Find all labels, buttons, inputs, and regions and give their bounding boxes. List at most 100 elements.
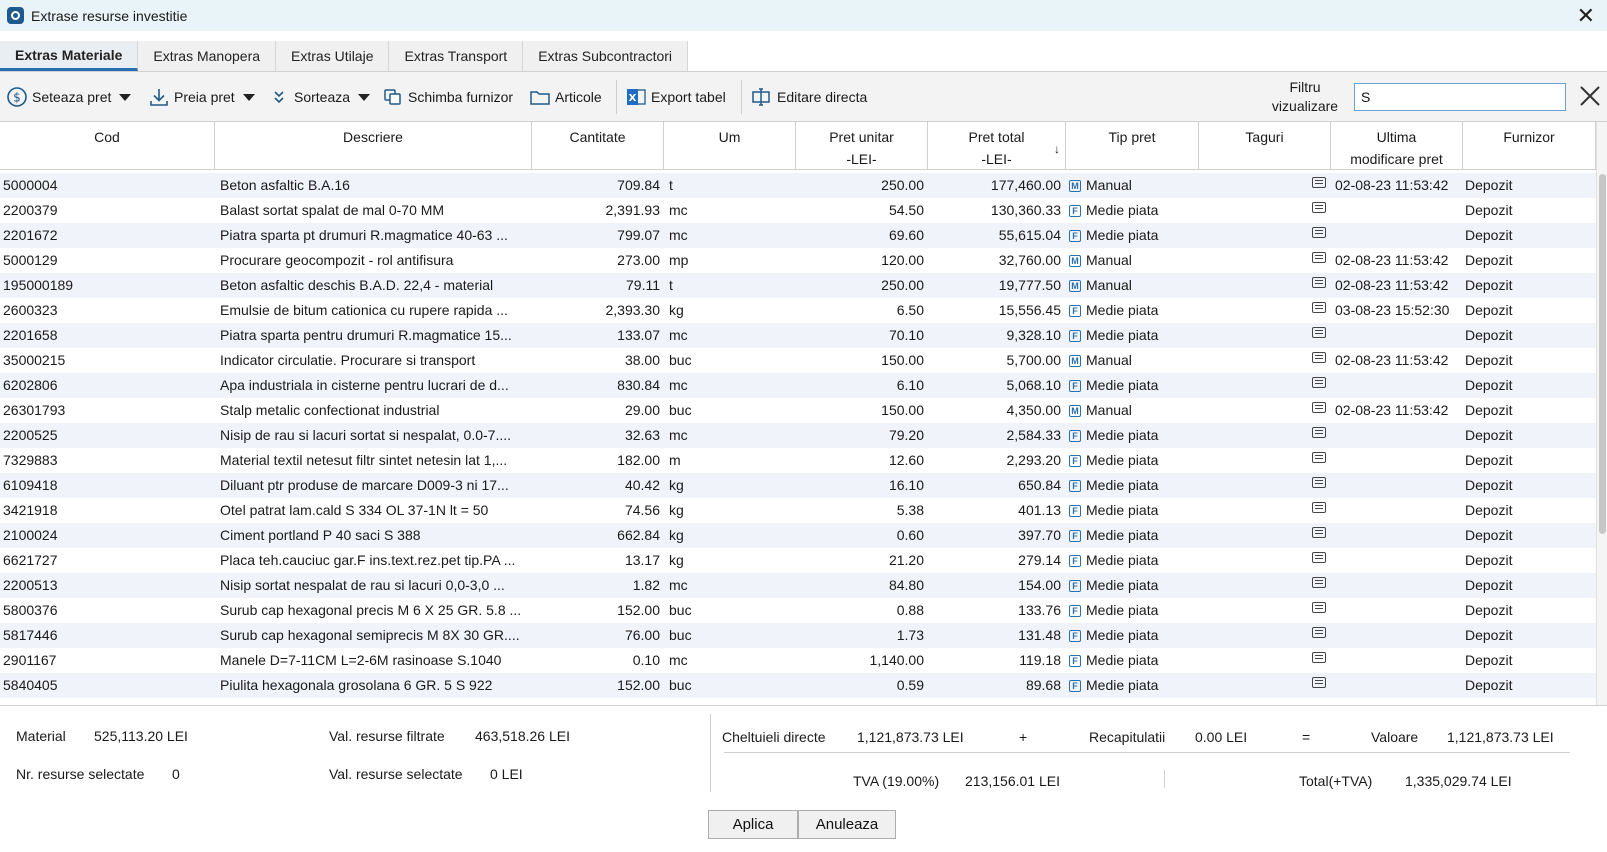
table-row[interactable]: 6621727 Placa teh.cauciuc gar.F ins.text.… bbox=[0, 548, 1596, 573]
comment-icon[interactable] bbox=[1312, 277, 1326, 288]
cell-taguri[interactable] bbox=[1312, 173, 1332, 198]
tab-extras-materiale[interactable]: Extras Materiale bbox=[0, 41, 139, 71]
cell-taguri[interactable] bbox=[1312, 598, 1332, 623]
tab-extras-manopera[interactable]: Extras Manopera bbox=[138, 41, 277, 71]
cell-taguri[interactable] bbox=[1312, 523, 1332, 548]
cell-taguri[interactable] bbox=[1312, 673, 1332, 698]
table-row[interactable]: 2201672 Piatra sparta pt drumuri R.magmat… bbox=[0, 223, 1596, 248]
table-row[interactable]: 3421918 Otel patrat lam.cald S 334 OL 37-… bbox=[0, 498, 1596, 523]
articole-button[interactable]: Articole bbox=[529, 84, 602, 110]
preia-pret-button[interactable]: Preia pret bbox=[148, 84, 255, 110]
column-header-um[interactable]: Um bbox=[664, 122, 796, 170]
table-row[interactable]: 6202806 Apa industriala in cisterne pentr… bbox=[0, 373, 1596, 398]
clear-filter-icon[interactable] bbox=[1577, 82, 1603, 110]
schimba-furnizor-button[interactable]: Schimba furnizor bbox=[382, 84, 513, 110]
close-icon[interactable]: ✕ bbox=[1577, 3, 1595, 29]
cell-ultima-modificare: 02-08-23 11:53:42 bbox=[1335, 402, 1449, 418]
export-tabel-button[interactable]: X Export tabel bbox=[625, 84, 726, 110]
comment-icon[interactable] bbox=[1312, 552, 1326, 563]
column-header-pret-unitar[interactable]: Pret unitar -LEI- bbox=[796, 122, 928, 170]
comment-icon[interactable] bbox=[1312, 627, 1326, 638]
table-row[interactable]: 2901167 Manele D=7-11CM L=2-6M rasinoase … bbox=[0, 648, 1596, 673]
aplica-button[interactable]: Aplica bbox=[708, 810, 798, 839]
table-row[interactable]: 2600323 Emulsie de bitum cationica cu rup… bbox=[0, 298, 1596, 323]
table-row[interactable]: 35000215 Indicator circulatie. Procurare … bbox=[0, 348, 1596, 373]
editare-directa-button[interactable]: Editare directa bbox=[751, 84, 867, 110]
comment-icon[interactable] bbox=[1312, 452, 1326, 463]
cell-taguri[interactable] bbox=[1312, 248, 1332, 273]
column-header-cod[interactable]: Cod bbox=[0, 122, 215, 170]
cell-taguri[interactable] bbox=[1312, 298, 1332, 323]
cell-tip-pret: M Manual bbox=[1069, 248, 1197, 273]
plus-sign: + bbox=[1019, 729, 1028, 745]
table-row[interactable]: 195000189 Beton asfaltic deschis B.A.D. 2… bbox=[0, 273, 1596, 298]
comment-icon[interactable] bbox=[1312, 477, 1326, 488]
cell-taguri[interactable] bbox=[1312, 498, 1332, 523]
table-row[interactable]: 2200513 Nisip sortat nespalat de rau si l… bbox=[0, 573, 1596, 598]
cell-ultima-modificare bbox=[1335, 373, 1461, 398]
comment-icon[interactable] bbox=[1312, 527, 1326, 538]
comment-icon[interactable] bbox=[1312, 327, 1326, 338]
comment-icon[interactable] bbox=[1312, 202, 1326, 213]
table-row[interactable]: 5000129 Procurare geocompozit - rol antif… bbox=[0, 248, 1596, 273]
comment-icon[interactable] bbox=[1312, 652, 1326, 663]
column-header-pret-total[interactable]: Pret total -LEI- ↓ bbox=[928, 122, 1066, 170]
table-row[interactable]: 2201658 Piatra sparta pentru drumuri R.ma… bbox=[0, 323, 1596, 348]
cell-furnizor: Depozit bbox=[1465, 177, 1513, 193]
anuleaza-button[interactable]: Anuleaza bbox=[798, 810, 896, 839]
comment-icon[interactable] bbox=[1312, 252, 1326, 263]
comment-icon[interactable] bbox=[1312, 302, 1326, 313]
cell-cod: 6109418 bbox=[3, 477, 58, 493]
table-row[interactable]: 7329883 Material textil netesut filtr sin… bbox=[0, 448, 1596, 473]
comment-icon[interactable] bbox=[1312, 502, 1326, 513]
table-row[interactable]: 2200525 Nisip de rau si lacuri sortat si … bbox=[0, 423, 1596, 448]
column-header-descriere[interactable]: Descriere bbox=[215, 122, 532, 170]
table-row[interactable]: 5840405 Piulita hexagonala grosolana 6 GR… bbox=[0, 673, 1596, 698]
table-row[interactable]: 26301793 Stalp metalic confectionat indus… bbox=[0, 398, 1596, 423]
cell-taguri[interactable] bbox=[1312, 348, 1332, 373]
cell-taguri[interactable] bbox=[1312, 198, 1332, 223]
cell-taguri[interactable] bbox=[1312, 448, 1332, 473]
cell-taguri[interactable] bbox=[1312, 323, 1332, 348]
cell-taguri[interactable] bbox=[1312, 273, 1332, 298]
filter-input[interactable] bbox=[1354, 83, 1566, 111]
cell-taguri[interactable] bbox=[1312, 223, 1332, 248]
comment-icon[interactable] bbox=[1312, 577, 1326, 588]
scrollbar-thumb[interactable] bbox=[1599, 174, 1606, 534]
table-row[interactable]: 5817446 Surub cap hexagonal semiprecis M … bbox=[0, 623, 1596, 648]
cell-taguri[interactable] bbox=[1312, 648, 1332, 673]
comment-icon[interactable] bbox=[1312, 677, 1326, 688]
comment-icon[interactable] bbox=[1312, 352, 1326, 363]
cell-taguri[interactable] bbox=[1312, 548, 1332, 573]
comment-icon[interactable] bbox=[1312, 177, 1326, 188]
tab-extras-transport[interactable]: Extras Transport bbox=[389, 41, 524, 71]
tab-extras-subcontractori[interactable]: Extras Subcontractori bbox=[523, 41, 689, 71]
table-row[interactable]: 6109418 Diluant ptr produse de marcare D0… bbox=[0, 473, 1596, 498]
tab-extras-utilaje[interactable]: Extras Utilaje bbox=[276, 41, 390, 71]
vertical-scrollbar[interactable] bbox=[1596, 122, 1607, 705]
cell-taguri[interactable] bbox=[1312, 398, 1332, 423]
column-header-tip-pret[interactable]: Tip pret bbox=[1066, 122, 1199, 170]
table-row[interactable]: 2100024 Ciment portland P 40 saci S 388 66… bbox=[0, 523, 1596, 548]
cell-taguri[interactable] bbox=[1312, 623, 1332, 648]
comment-icon[interactable] bbox=[1312, 377, 1326, 388]
table-row[interactable]: 5800376 Surub cap hexagonal precis M 6 X … bbox=[0, 598, 1596, 623]
sorteaza-button[interactable]: Sorteaza bbox=[268, 84, 371, 110]
seteaza-pret-button[interactable]: $ Seteaza pret bbox=[6, 84, 132, 110]
comment-icon[interactable] bbox=[1312, 227, 1326, 238]
comment-icon[interactable] bbox=[1312, 402, 1326, 413]
column-header-taguri[interactable]: Taguri bbox=[1199, 122, 1331, 170]
column-header-furnizor[interactable]: Furnizor bbox=[1463, 122, 1596, 170]
cell-taguri[interactable] bbox=[1312, 473, 1332, 498]
table-row[interactable]: 2200379 Balast sortat spalat de mal 0-70 … bbox=[0, 198, 1596, 223]
cell-taguri[interactable] bbox=[1312, 573, 1332, 598]
column-header-cantitate[interactable]: Cantitate bbox=[532, 122, 664, 170]
table-row[interactable]: 5000004 Beton asfaltic B.A.16 709.84 t 250.0… bbox=[0, 173, 1596, 198]
comment-icon[interactable] bbox=[1312, 602, 1326, 613]
column-header-ultima-modificare[interactable]: Ultima modificare pret bbox=[1331, 122, 1463, 170]
cell-taguri[interactable] bbox=[1312, 423, 1332, 448]
cell-pret-total: 55,615.04 bbox=[998, 227, 1061, 243]
cell-taguri[interactable] bbox=[1312, 373, 1332, 398]
cell-cod: 2200525 bbox=[3, 427, 58, 443]
comment-icon[interactable] bbox=[1312, 427, 1326, 438]
